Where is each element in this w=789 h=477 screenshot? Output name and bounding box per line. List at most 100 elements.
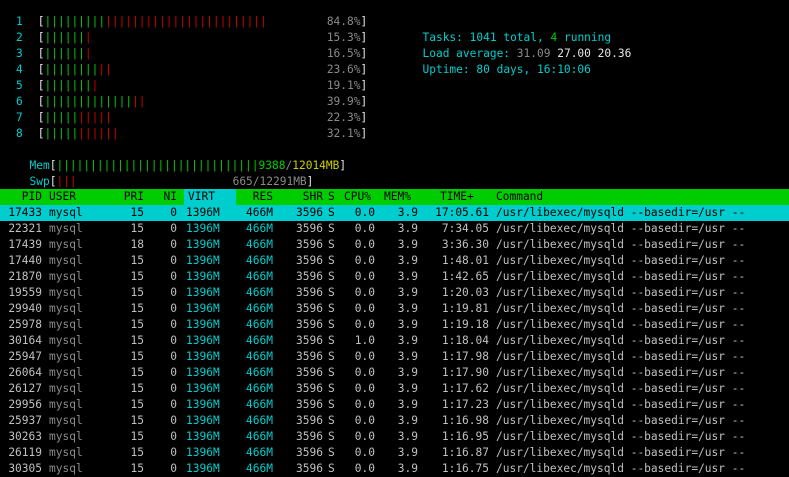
cell-virt: 1396M — [186, 398, 220, 411]
process-row[interactable]: 25937 mysql 15 0 1396M 466M 3596 S 0.0 3.9 1:16.98… — [0, 413, 789, 429]
swp-meter: Swp[||| 665/12291MB] — [29, 175, 314, 188]
cell-user: mysql — [49, 430, 83, 443]
col-cpu[interactable]: CPU% — [344, 189, 371, 205]
cell-s: S — [328, 206, 335, 219]
process-row[interactable]: 30164 mysql 15 0 1396M 466M 3596 S 1.0 3.9 1:18.04… — [0, 333, 789, 349]
process-row[interactable]: 30263 mysql 15 0 1396M 466M 3596 S 0.0 3.9 1:16.95… — [0, 429, 789, 445]
cell-command: /usr/libexec/mysqld --basedir=/usr -- — [496, 206, 746, 219]
cell-pri: 15 — [130, 270, 144, 283]
process-row[interactable]: 26127 mysql 15 0 1396M 466M 3596 S 0.0 3.9 1:17.62… — [0, 381, 789, 397]
cell-pid: 30164 — [8, 334, 42, 347]
col-pid[interactable]: PID — [0, 189, 42, 205]
cell-user: mysql — [49, 286, 83, 299]
swp-label: Swp — [29, 175, 50, 188]
cell-command: /usr/libexec/mysqld --basedir=/usr -- — [496, 398, 746, 411]
col-s[interactable]: S — [328, 189, 335, 205]
cell-pri: 15 — [130, 350, 144, 363]
process-row[interactable]: 25978 mysql 15 0 1396M 466M 3596 S 0.0 3.9 1:19.18… — [0, 317, 789, 333]
cell-pri: 15 — [130, 414, 144, 427]
cell-res: 466M — [246, 350, 273, 363]
cell-time: 1:16.95 — [441, 430, 489, 443]
cell-pid: 26127 — [8, 382, 42, 395]
cell-virt: 1396M — [186, 446, 220, 459]
process-row[interactable]: 17439 mysql 18 0 1396M 466M 3596 S 0.0 3.9 3:36.30… — [0, 237, 789, 253]
cell-pid: 17440 — [8, 254, 42, 267]
cell-cpu: 0.0 — [354, 430, 375, 443]
cell-virt: 1396M — [186, 254, 220, 267]
process-row[interactable]: 30305 mysql 15 0 1396M 466M 3596 S 0.0 3.9 1:16.75… — [0, 461, 789, 477]
cell-cpu: 0.0 — [354, 286, 375, 299]
cell-time: 17:05.61 — [435, 206, 489, 219]
cell-s: S — [328, 382, 335, 395]
cell-cpu: 0.0 — [354, 462, 375, 475]
col-time[interactable]: TIME+ — [440, 189, 474, 205]
col-command[interactable]: Command — [496, 189, 543, 205]
col-pri[interactable]: PRI — [110, 189, 144, 205]
cell-pid: 26064 — [8, 366, 42, 379]
cell-pid: 29956 — [8, 398, 42, 411]
cell-shr: 3596 — [296, 334, 323, 347]
process-row[interactable]: 26119 mysql 15 0 1396M 466M 3596 S 0.0 3.9 1:16.87… — [0, 445, 789, 461]
cell-mem: 3.9 — [397, 350, 418, 363]
col-mem[interactable]: MEM% — [384, 189, 411, 205]
cell-ni: 0 — [170, 270, 177, 283]
cpu-meter: 8 [||||||||||| 32.1%] — [16, 127, 368, 140]
cell-pid: 17433 — [8, 206, 42, 219]
cpu-bar-system: || — [132, 95, 146, 108]
cell-s: S — [328, 318, 335, 331]
process-row[interactable]: 19559 mysql 15 0 1396M 466M 3596 S 0.0 3.9 1:20.03… — [0, 285, 789, 301]
cell-shr: 3596 — [296, 302, 323, 315]
cell-command: /usr/libexec/mysqld --basedir=/usr -- — [496, 286, 746, 299]
cpu-percent: 22.3% — [326, 111, 361, 124]
process-row[interactable]: 25947 mysql 15 0 1396M 466M 3596 S 0.0 3.9 1:17.98… — [0, 349, 789, 365]
cpu-meter: 1 [||||||||||||||||||||||||||||||||| 84.8%… — [16, 15, 368, 28]
load-15: 20.36 — [597, 47, 632, 60]
cell-ni: 0 — [170, 318, 177, 331]
cpu-percent: 39.9% — [326, 95, 361, 108]
cell-command: /usr/libexec/mysqld --basedir=/usr -- — [496, 366, 746, 379]
col-res[interactable]: RES — [236, 189, 273, 205]
process-row[interactable]: 17433 mysql 15 0 1396M 466M 3596 S 0.0 3.9 17:05.6… — [0, 205, 789, 221]
col-ni[interactable]: NI — [150, 189, 177, 205]
cpu-bar-user: ||||| — [44, 127, 79, 140]
cell-mem: 3.9 — [397, 286, 418, 299]
cell-pid: 19559 — [8, 286, 42, 299]
cpu-bar-system: || — [98, 63, 112, 76]
cell-command: /usr/libexec/mysqld --basedir=/usr -- — [496, 238, 746, 251]
cell-pri: 15 — [130, 206, 144, 219]
process-row[interactable]: 22321 mysql 15 0 1396M 466M 3596 S 0.0 3.9 7:34.05… — [0, 221, 789, 237]
col-user[interactable]: USER — [49, 189, 76, 205]
process-row[interactable]: 29956 mysql 15 0 1396M 466M 3596 S 0.0 3.9 1:17.23… — [0, 397, 789, 413]
process-row[interactable]: 29940 mysql 15 0 1396M 466M 3596 S 0.0 3.9 1:19.81… — [0, 301, 789, 317]
cell-mem: 3.9 — [397, 318, 418, 331]
cell-shr: 3596 — [296, 222, 323, 235]
col-virt[interactable]: VIRT — [184, 189, 236, 205]
cell-pri: 18 — [130, 238, 144, 251]
col-shr[interactable]: SHR — [286, 189, 323, 205]
cell-cpu: 0.0 — [354, 206, 375, 219]
cpu-bar-user: |||||| — [44, 31, 85, 44]
cell-user: mysql — [49, 238, 83, 251]
cpu-percent: 84.8% — [326, 15, 361, 28]
cell-mem: 3.9 — [397, 382, 418, 395]
cell-cpu: 0.0 — [354, 238, 375, 251]
cell-cpu: 0.0 — [354, 446, 375, 459]
cell-cpu: 0.0 — [354, 414, 375, 427]
cell-command: /usr/libexec/mysqld --basedir=/usr -- — [496, 270, 746, 283]
process-row[interactable]: 17440 mysql 15 0 1396M 466M 3596 S 0.0 3.9 1:48.01… — [0, 253, 789, 269]
cell-user: mysql — [49, 222, 83, 235]
cpu-percent: 32.1% — [326, 127, 361, 140]
cell-s: S — [328, 334, 335, 347]
cell-pri: 15 — [130, 382, 144, 395]
cell-user: mysql — [49, 398, 83, 411]
swp-value: 665/12291MB — [232, 175, 307, 188]
process-row[interactable]: 26064 mysql 15 0 1396M 466M 3596 S 0.0 3.9 1:17.90… — [0, 365, 789, 381]
cell-ni: 0 — [170, 462, 177, 475]
cell-time: 1:19.81 — [441, 302, 489, 315]
cell-shr: 3596 — [296, 430, 323, 443]
cpu-meter: 4 [|||||||||| 23.6%] — [16, 63, 368, 76]
cell-s: S — [328, 446, 335, 459]
process-row[interactable]: 21870 mysql 15 0 1396M 466M 3596 S 0.0 3.9 1:42.65… — [0, 269, 789, 285]
cell-user: mysql — [49, 366, 83, 379]
cell-virt: 1396M — [186, 270, 220, 283]
